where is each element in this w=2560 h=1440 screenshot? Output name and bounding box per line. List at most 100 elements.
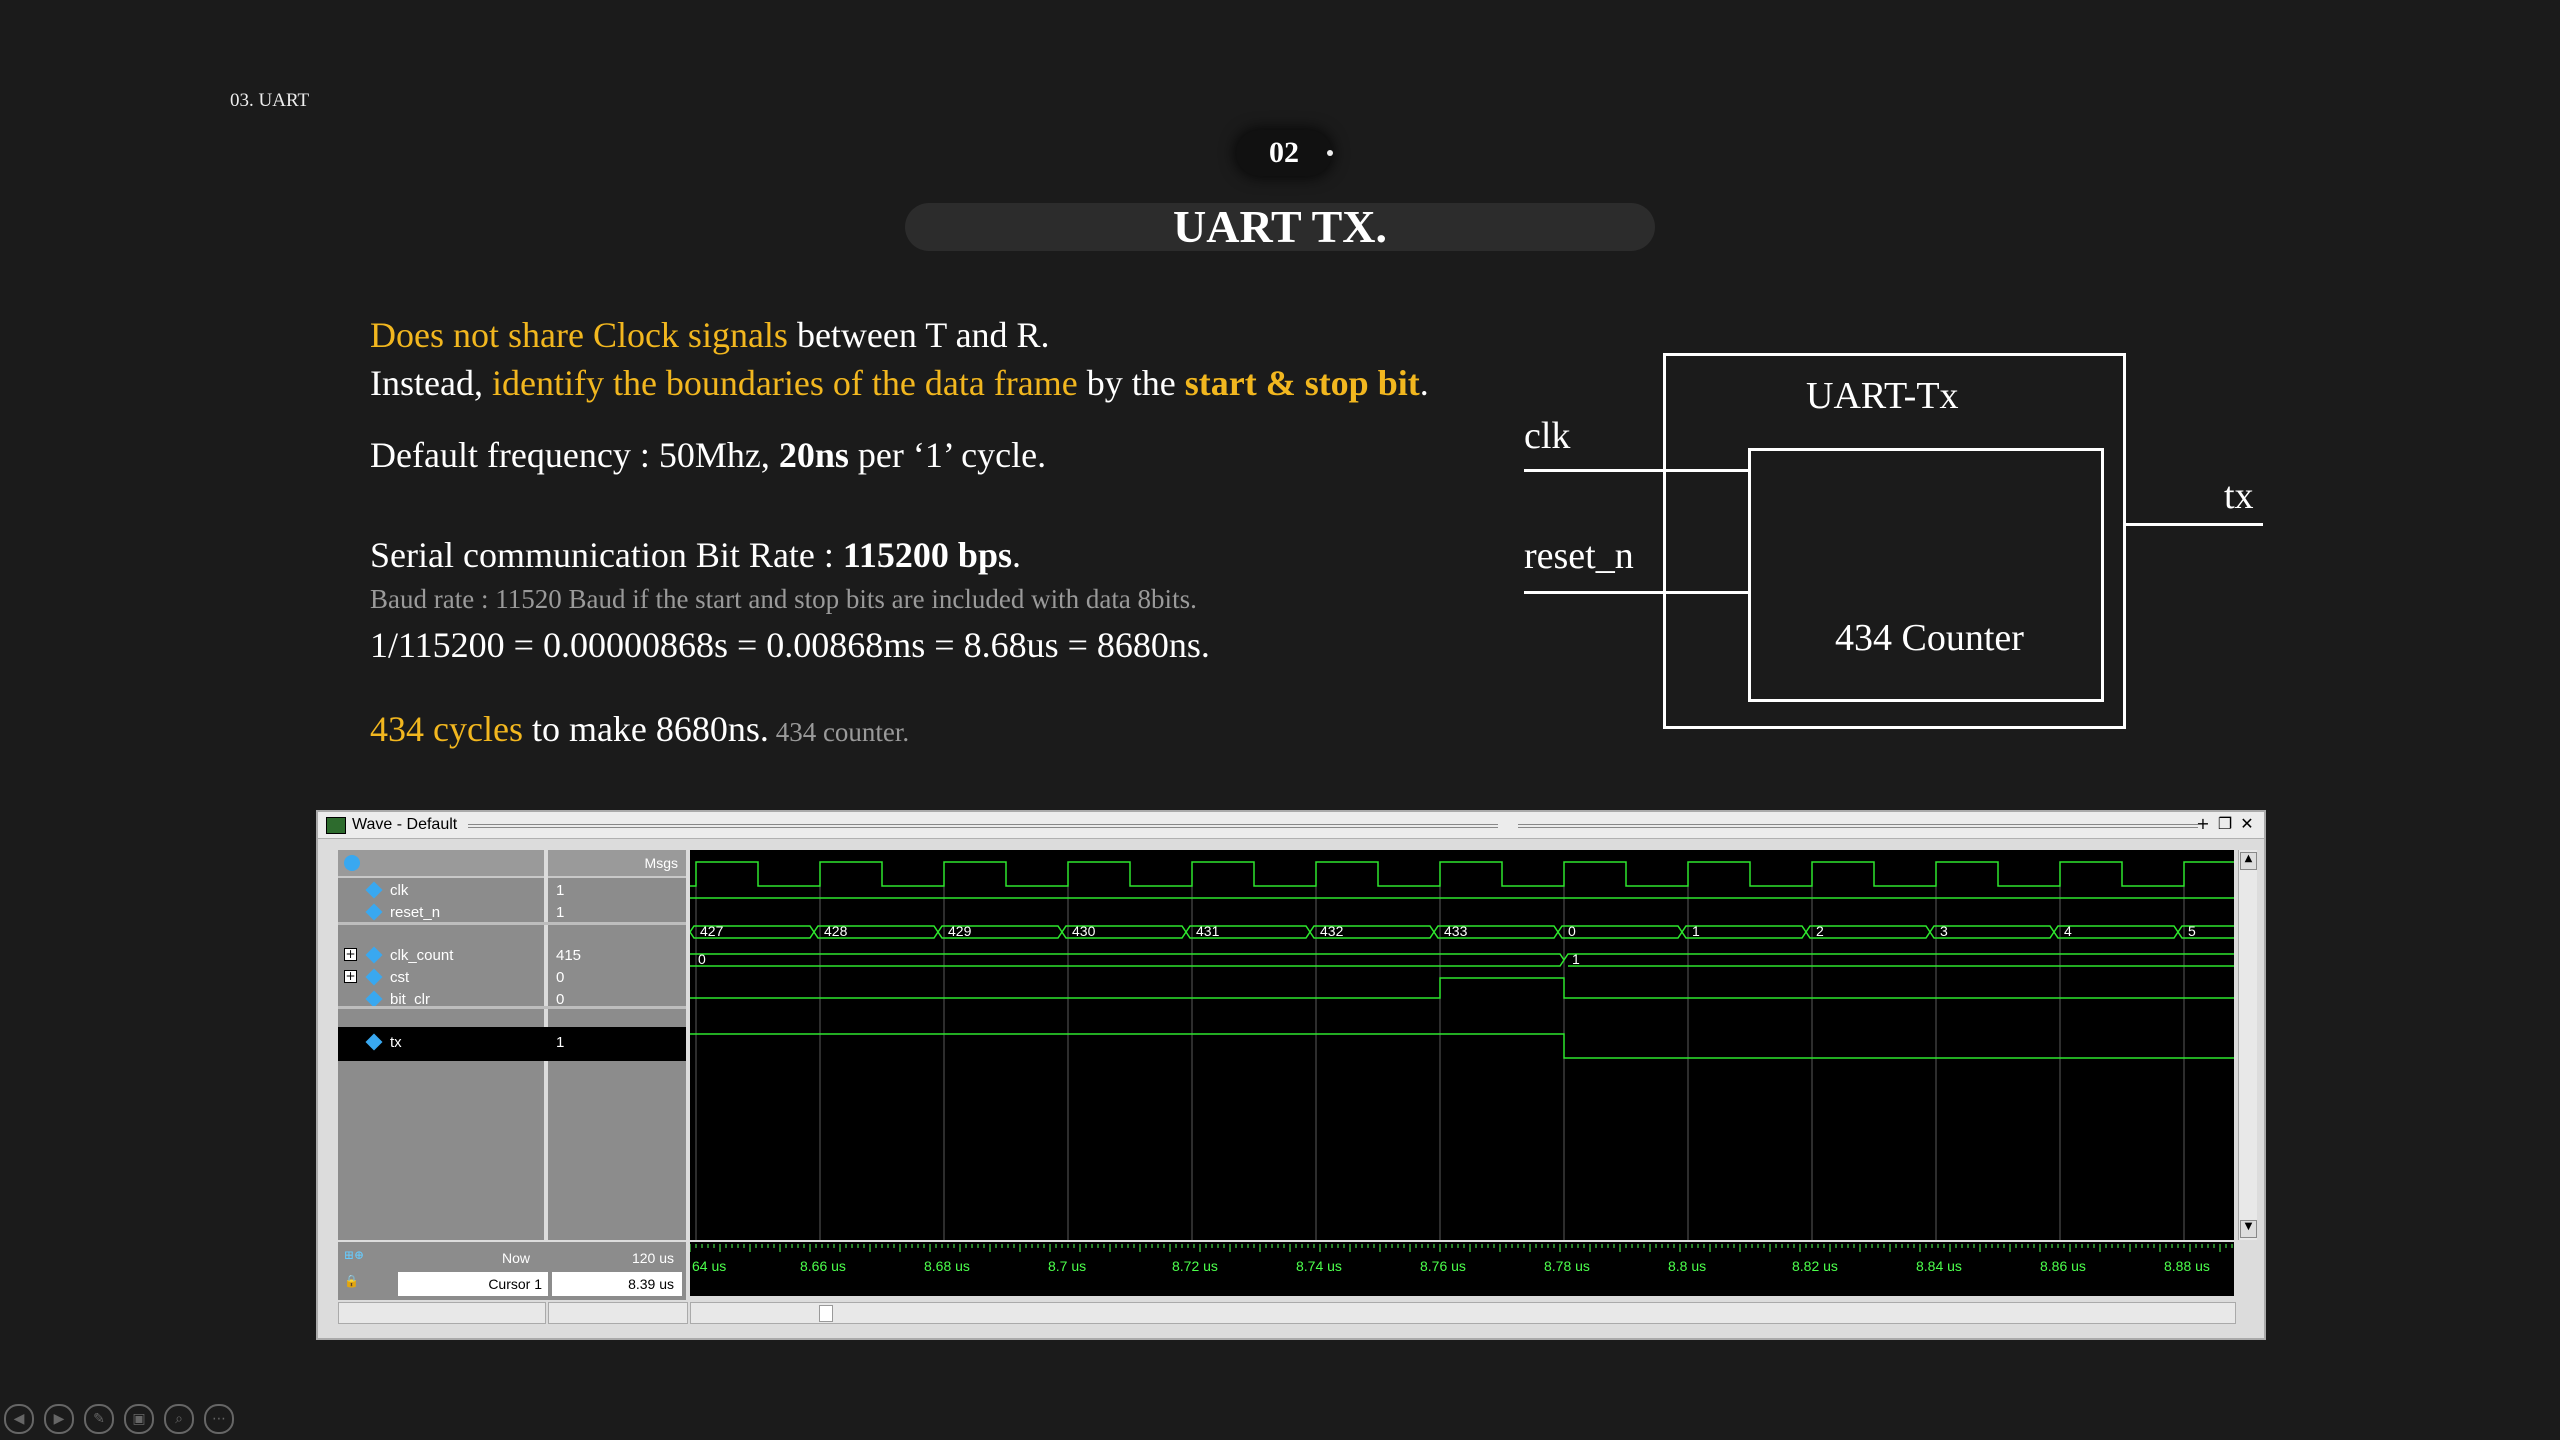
group-separator bbox=[338, 1006, 686, 1009]
signal-value-tx: 1 bbox=[556, 1034, 565, 1051]
uart-tx-block-diagram: UART-Tx 434 Counter clk reset_n tx bbox=[1520, 340, 2280, 740]
names-hscroll[interactable] bbox=[338, 1302, 546, 1324]
reset-wire bbox=[1524, 591, 1751, 594]
text: by the bbox=[1077, 363, 1185, 403]
waveform-canvas[interactable]: 427 428 429 430 431 432 433 0 1 2 3 4 5 0 1 bbox=[689, 850, 2303, 1240]
clk-count-segment bbox=[1929, 925, 2055, 939]
bold-highlight-text: start & stop bit bbox=[1184, 363, 1420, 403]
time-tick-label: 8.7 us bbox=[1048, 1258, 1087, 1274]
clk-count-label: 3 bbox=[1940, 923, 1948, 939]
clk-count-segment bbox=[1681, 925, 1807, 939]
restore-icon[interactable]: ❐ bbox=[2216, 815, 2234, 833]
clk-count-segment bbox=[2053, 925, 2179, 939]
text: . bbox=[1011, 535, 1021, 575]
signal-icon bbox=[365, 881, 383, 899]
vertical-scrollbar[interactable]: ▲ ▼ bbox=[2238, 850, 2257, 1240]
wave-window[interactable]: Wave - Default + ❐ ✕ Msgs clk 1 reset_n 1 + c… bbox=[316, 810, 2303, 1340]
hscroll-thumb[interactable] bbox=[819, 1305, 833, 1322]
waveform-pane[interactable]: 427 428 429 430 431 432 433 0 1 2 3 4 5 0 1 bbox=[689, 850, 2303, 1240]
clk-count-segment bbox=[1805, 925, 1931, 939]
time-tick-label: 8.88 us bbox=[2164, 1258, 2210, 1274]
bit-clr-wave bbox=[690, 977, 2234, 999]
close-icon[interactable]: ✕ bbox=[2238, 815, 2256, 833]
wave-window-title: Wave - Default bbox=[352, 816, 458, 833]
signal-value-cst: 0 bbox=[556, 969, 565, 986]
signal-name-clk-count[interactable]: clk_count bbox=[390, 947, 453, 964]
signal-name-cst[interactable]: cst bbox=[390, 969, 409, 986]
clk-count-label: 433 bbox=[1444, 923, 1468, 939]
signal-name-tx[interactable]: tx bbox=[390, 1034, 402, 1051]
highlight-text: 434 cycles bbox=[370, 709, 523, 749]
clk-count-label: 427 bbox=[700, 923, 724, 939]
clk-count-label: 430 bbox=[1072, 923, 1096, 939]
expand-icon[interactable]: + bbox=[344, 970, 357, 983]
scroll-down-icon[interactable]: ▼ bbox=[2240, 1220, 2257, 1238]
next-icon[interactable]: ▶ bbox=[44, 1404, 74, 1434]
clk-count-segment bbox=[1557, 925, 1683, 939]
bold-text: 115200 bps bbox=[842, 535, 1012, 575]
slide-number: 02 bbox=[1269, 136, 1299, 169]
signal-icon bbox=[365, 1033, 383, 1051]
text: between T and R. bbox=[787, 315, 1050, 355]
section-label: 03. UART bbox=[230, 90, 310, 111]
scroll-up-icon[interactable]: ▲ bbox=[2240, 852, 2257, 870]
body-line-6: 1/115200 = 0.00000868s = 0.00868ms = 8.6… bbox=[370, 625, 1210, 665]
time-tick-label: 8.86 us bbox=[2040, 1258, 2086, 1274]
time-tick-label: 8.68 us bbox=[924, 1258, 970, 1274]
clk-count-label: 0 bbox=[1568, 923, 1576, 939]
more-icon[interactable]: ⋯ bbox=[204, 1404, 234, 1434]
zoom-icon[interactable]: ⌕ bbox=[164, 1404, 194, 1434]
signal-value-clk-count: 415 bbox=[556, 947, 582, 964]
clk-count-label: 2 bbox=[1816, 923, 1824, 939]
add-icon[interactable]: + bbox=[2194, 815, 2212, 833]
titlebar-grip bbox=[1518, 824, 2198, 828]
text: per ‘1’ cycle. bbox=[848, 435, 1047, 475]
slide-title: UART TX. bbox=[1173, 201, 1387, 252]
cst-segment bbox=[690, 953, 1565, 967]
cursor-label[interactable]: Cursor 1 bbox=[398, 1272, 548, 1296]
body-line-4: Serial communication Bit Rate : 115200 b… bbox=[370, 534, 1021, 576]
signal-name-reset-n[interactable]: reset_n bbox=[390, 904, 440, 921]
text: Default frequency : 50Mhz, bbox=[370, 435, 779, 475]
signal-value-clk: 1 bbox=[556, 882, 565, 899]
cst-label: 0 bbox=[698, 951, 706, 967]
wave-hscroll[interactable] bbox=[690, 1302, 2236, 1324]
time-tick-label: 64 us bbox=[692, 1258, 727, 1274]
now-label: Now bbox=[501, 1250, 530, 1266]
cursor-value[interactable]: 8.39 us bbox=[552, 1272, 682, 1296]
clk-count-label: 428 bbox=[824, 923, 848, 939]
signal-value-reset-n: 1 bbox=[556, 904, 565, 921]
text: . bbox=[1419, 363, 1429, 403]
tx-wire bbox=[2123, 523, 2263, 526]
highlight-text: identify the boundaries of the data fram… bbox=[491, 363, 1078, 403]
signal-name-clk[interactable]: clk bbox=[390, 882, 408, 899]
clk-count-label: 4 bbox=[2064, 923, 2072, 939]
lock-icon[interactable]: 🔒 bbox=[344, 1274, 384, 1290]
pen-icon[interactable]: ✎ bbox=[84, 1404, 114, 1434]
time-tick-label: 8.76 us bbox=[1420, 1258, 1466, 1274]
slides-icon[interactable]: ▣ bbox=[124, 1404, 154, 1434]
signal-icon bbox=[365, 946, 383, 964]
text: Serial communication Bit Rate : bbox=[370, 535, 843, 575]
decor-dot-right bbox=[1327, 150, 1333, 156]
text: to make 8680ns. bbox=[522, 709, 769, 749]
expand-icon[interactable]: + bbox=[344, 948, 357, 961]
outer-block-label: UART-Tx bbox=[1806, 375, 1959, 417]
clk-wave bbox=[690, 861, 2247, 887]
body-line-5: Baud rate : 11520 Baud if the start and … bbox=[370, 584, 1197, 614]
bold-text: 20ns bbox=[778, 435, 849, 475]
signal-icon bbox=[365, 903, 383, 921]
time-tick-label: 8.66 us bbox=[800, 1258, 846, 1274]
values-hscroll[interactable] bbox=[548, 1302, 688, 1324]
clk-count-segment bbox=[2177, 925, 2303, 939]
cursor-tools-icon[interactable]: ⊞⊕ bbox=[344, 1248, 384, 1264]
group-separator bbox=[338, 922, 686, 925]
output-tx-label: tx bbox=[2224, 475, 2254, 517]
time-tick-label: 8.74 us bbox=[1296, 1258, 1342, 1274]
prev-icon[interactable]: ◀ bbox=[4, 1404, 34, 1434]
clk-wire bbox=[1524, 469, 1751, 472]
time-tick-label: 8.82 us bbox=[1792, 1258, 1838, 1274]
wave-app-icon bbox=[326, 817, 346, 834]
highlight-text: Does not share Clock signals bbox=[370, 315, 788, 355]
wave-titlebar[interactable]: Wave - Default + ❐ ✕ bbox=[318, 812, 2264, 839]
